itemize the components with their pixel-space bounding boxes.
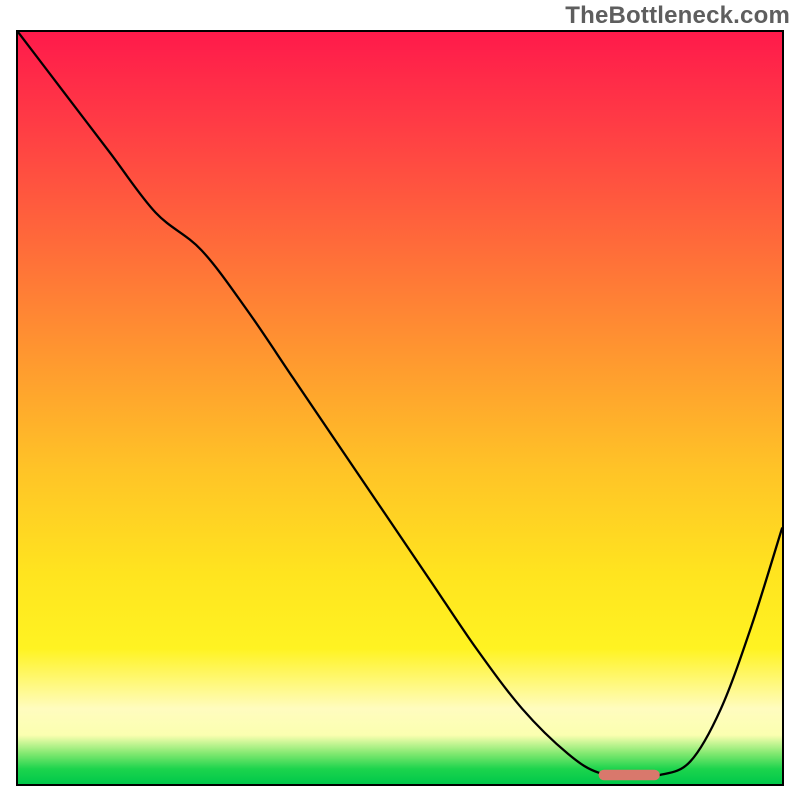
watermark-text: TheBottleneck.com: [565, 2, 790, 30]
figure: TheBottleneck.com: [0, 0, 800, 800]
bottleneck-curve: [18, 32, 782, 776]
optimal-marker: [599, 770, 660, 781]
plot-frame: [16, 30, 784, 786]
plot-overlay: [18, 32, 782, 784]
